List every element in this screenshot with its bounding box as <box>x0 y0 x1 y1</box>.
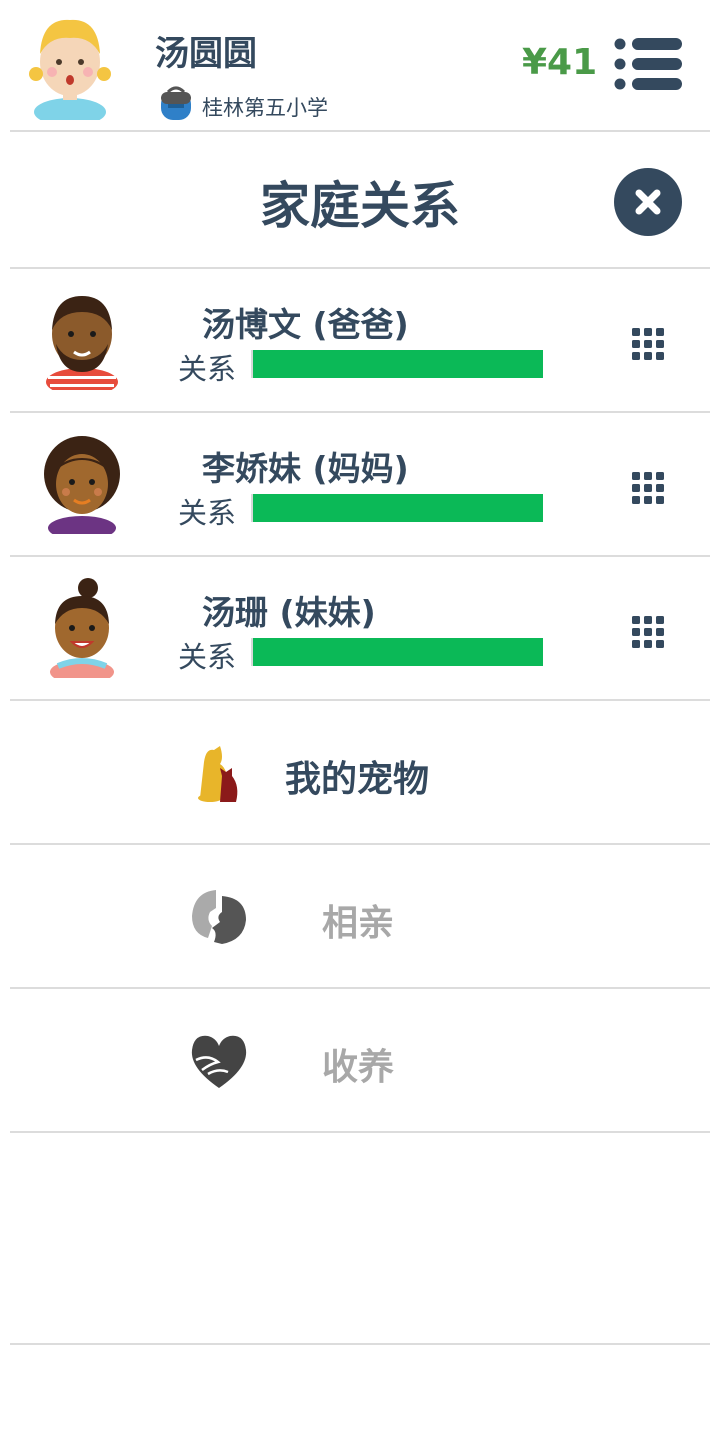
bun-hair-girl-avatar-icon[interactable] <box>40 578 124 678</box>
family-row-sister: 汤珊 (妹妹) 关系 <box>10 558 710 700</box>
modal-title: 家庭关系 <box>260 177 460 235</box>
relation-label: 关系 <box>178 352 237 386</box>
relation-bar-fill <box>253 350 543 378</box>
menu-label: 收养 <box>322 1047 395 1088</box>
curly-hair-woman-avatar-icon[interactable] <box>40 434 124 534</box>
header-divider <box>10 130 710 132</box>
blind-date-button[interactable]: 相亲 <box>10 846 710 988</box>
relation-bar <box>251 638 543 666</box>
family-member-name: 李娇妹 (妈妈) <box>202 449 409 488</box>
dog-cat-pet-icon <box>198 746 238 802</box>
family-row-mother: 李娇妹 (妈妈) 关系 <box>10 414 710 556</box>
family-row-father: 汤博文 (爸爸) 关系 <box>10 270 710 412</box>
grid-menu-icon[interactable] <box>630 470 666 506</box>
family-member-name: 汤珊 (妹妹) <box>202 593 376 632</box>
my-pets-button[interactable]: 我的宠物 <box>10 702 710 844</box>
grid-menu-icon[interactable] <box>630 614 666 650</box>
close-icon <box>635 189 661 215</box>
kissing-couple-icon <box>192 890 246 944</box>
row-divider <box>10 843 710 845</box>
money-balance: ¥41 <box>522 42 598 83</box>
close-button[interactable] <box>614 168 682 236</box>
row-divider <box>10 411 710 413</box>
school-bag-icon <box>161 86 191 120</box>
title-divider <box>10 267 710 269</box>
row-divider <box>10 699 710 701</box>
menu-label: 相亲 <box>322 903 395 944</box>
bottom-divider <box>10 1343 710 1345</box>
list-menu-icon[interactable] <box>612 38 684 90</box>
relation-bar <box>251 350 543 378</box>
relation-bar <box>251 494 543 522</box>
relation-bar-fill <box>253 638 543 666</box>
blonde-girl-avatar-icon[interactable] <box>28 8 112 120</box>
user-name: 汤圆圆 <box>155 34 257 74</box>
school-name: 桂林第五小学 <box>202 96 328 120</box>
relation-label: 关系 <box>178 496 237 530</box>
app-header: 汤圆圆 桂林第五小学 ¥41 <box>0 0 720 132</box>
row-divider <box>10 1131 710 1133</box>
adopt-button[interactable]: 收养 <box>10 990 710 1132</box>
relation-bar-fill <box>253 494 543 522</box>
bearded-man-avatar-icon[interactable] <box>40 290 124 390</box>
row-divider <box>10 987 710 989</box>
family-member-name: 汤博文 (爸爸) <box>202 305 409 344</box>
relation-label: 关系 <box>178 640 237 674</box>
grid-menu-icon[interactable] <box>630 326 666 362</box>
menu-label: 我的宠物 <box>285 759 430 800</box>
heart-hands-icon <box>191 1035 247 1088</box>
row-divider <box>10 555 710 557</box>
